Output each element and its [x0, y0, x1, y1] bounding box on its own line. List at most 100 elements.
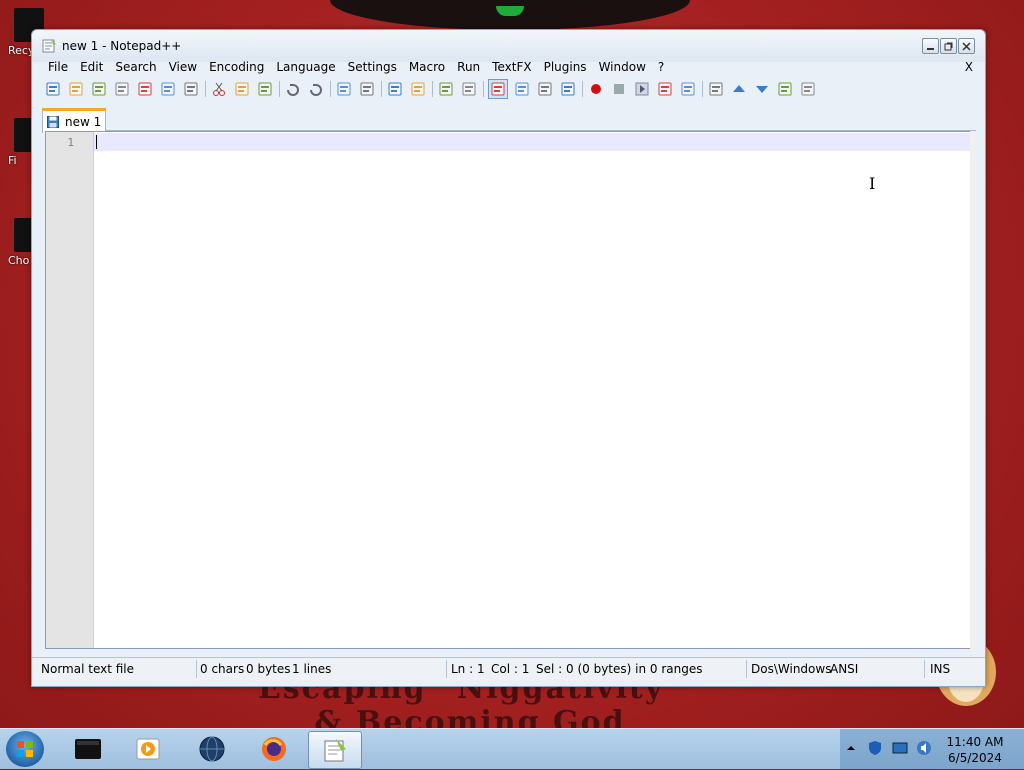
status-eol-format[interactable]: Dos\Windows — [751, 662, 831, 676]
taskbar-firefox[interactable] — [248, 731, 300, 767]
indent-guide-button[interactable] — [536, 80, 554, 98]
firefox-icon — [262, 737, 286, 761]
status-encoding[interactable]: ANSI — [830, 662, 858, 676]
start-button[interactable] — [6, 731, 44, 767]
network-icon[interactable] — [892, 742, 908, 754]
menu-plugins[interactable]: Plugins — [538, 58, 593, 76]
menu-search[interactable]: Search — [109, 58, 162, 76]
word-wrap-button[interactable] — [488, 79, 508, 99]
cut-button[interactable] — [210, 80, 228, 98]
sync-horizontal-button[interactable] — [460, 80, 478, 98]
close-all-icon — [161, 82, 175, 96]
volume-icon[interactable] — [916, 740, 932, 756]
prev-icon — [733, 85, 745, 92]
print-button[interactable] — [182, 80, 200, 98]
status-bar: Normal text file 0 chars 0 bytes 1 lines… — [32, 657, 985, 680]
zoom-out-button[interactable] — [409, 80, 427, 98]
collapse-button[interactable] — [707, 80, 725, 98]
cut-icon — [213, 82, 225, 96]
wallpaper-top-shape — [330, 0, 690, 30]
taskbar-globe-app[interactable] — [186, 731, 238, 767]
sync-vertical-button[interactable] — [437, 80, 455, 98]
menu-settings[interactable]: Settings — [342, 58, 403, 76]
paste-icon — [258, 82, 272, 96]
tab-label: new 1 — [65, 115, 102, 129]
user-lang-button[interactable] — [559, 80, 577, 98]
save-button[interactable] — [90, 80, 108, 98]
status-insert-mode: INS — [930, 662, 951, 676]
menu-run[interactable]: Run — [451, 58, 486, 76]
undo-button[interactable] — [284, 80, 302, 98]
redo-button[interactable] — [307, 80, 325, 98]
security-shield-icon[interactable] — [868, 740, 882, 756]
taskbar-clock[interactable]: 11:40 AM 6/5/2024 — [940, 734, 1010, 766]
menu-file[interactable]: File — [42, 58, 74, 76]
notepadpp-app-icon — [42, 39, 56, 53]
status-column: Col : 1 — [491, 662, 530, 676]
show-hidden-icons-icon[interactable] — [846, 743, 856, 753]
menu-textfx[interactable]: TextFX — [486, 58, 537, 76]
new-file-button[interactable] — [44, 80, 62, 98]
taskbar-app-1[interactable] — [62, 731, 114, 767]
zoom-out-icon — [411, 82, 425, 96]
menu-view[interactable]: View — [163, 58, 203, 76]
save-macro-icon — [681, 82, 695, 96]
show-all-chars-icon — [515, 82, 529, 96]
record-macro-icon — [591, 84, 601, 94]
replace-button[interactable] — [358, 80, 376, 98]
save-all-icon — [115, 82, 129, 96]
text-editor[interactable]: 1 I — [45, 131, 972, 649]
save-macro-button[interactable] — [679, 80, 697, 98]
undo-icon — [287, 84, 299, 96]
maximize-button[interactable] — [940, 38, 957, 54]
menu-encoding[interactable]: Encoding — [203, 58, 270, 76]
menu-edit[interactable]: Edit — [74, 58, 109, 76]
gutter-separator — [93, 132, 94, 648]
saved-file-icon — [47, 116, 59, 128]
window-title: new 1 - Notepad++ — [62, 39, 182, 53]
next-button[interactable] — [753, 80, 771, 98]
text-caret — [96, 135, 97, 149]
find-button[interactable] — [335, 80, 353, 98]
play-macro-button[interactable] — [633, 80, 651, 98]
tab-new-1[interactable]: new 1 — [42, 108, 106, 133]
run-macro-multiple-button[interactable] — [656, 80, 674, 98]
open-file-button[interactable] — [67, 80, 85, 98]
menu-language[interactable]: Language — [270, 58, 341, 76]
minimize-icon — [927, 47, 934, 50]
status-line: Ln : 1 — [451, 662, 485, 676]
save-all-button[interactable] — [113, 80, 131, 98]
minimize-button[interactable] — [922, 38, 939, 54]
close-all-button[interactable] — [159, 80, 177, 98]
paste-button[interactable] — [256, 80, 274, 98]
stop-macro-button[interactable] — [610, 80, 628, 98]
menu-macro[interactable]: Macro — [403, 58, 451, 76]
prev-button[interactable] — [730, 80, 748, 98]
menu-window[interactable]: Window — [593, 58, 652, 76]
show-all-chars-button[interactable] — [513, 80, 531, 98]
user-lang-icon — [561, 82, 575, 96]
expand-button[interactable] — [776, 80, 794, 98]
vertical-scrollbar[interactable] — [970, 131, 976, 649]
taskbar: 11:40 AM 6/5/2024 — [0, 728, 1024, 769]
close-document-button[interactable]: X — [965, 58, 973, 76]
indent-guide-icon — [538, 82, 552, 96]
zoom-in-button[interactable] — [386, 80, 404, 98]
collapse-icon — [709, 82, 723, 96]
close-button[interactable] — [136, 80, 154, 98]
taskbar-notepadpp[interactable] — [308, 731, 362, 769]
taskbar-media-player[interactable] — [122, 731, 174, 767]
spellcheck-button[interactable] — [799, 80, 817, 98]
menu-help[interactable]: ? — [652, 58, 670, 76]
new-file-icon — [46, 82, 60, 96]
copy-button[interactable] — [233, 80, 251, 98]
spellcheck-icon — [801, 82, 815, 96]
record-macro-button[interactable] — [587, 80, 605, 98]
save-icon — [92, 82, 106, 96]
close-window-button[interactable] — [958, 38, 975, 54]
toolbar-separator — [205, 81, 206, 97]
terminal-app-icon — [75, 739, 101, 759]
toolbar-separator — [330, 81, 331, 97]
toolbar-separator — [483, 81, 484, 97]
copy-icon — [235, 82, 249, 96]
